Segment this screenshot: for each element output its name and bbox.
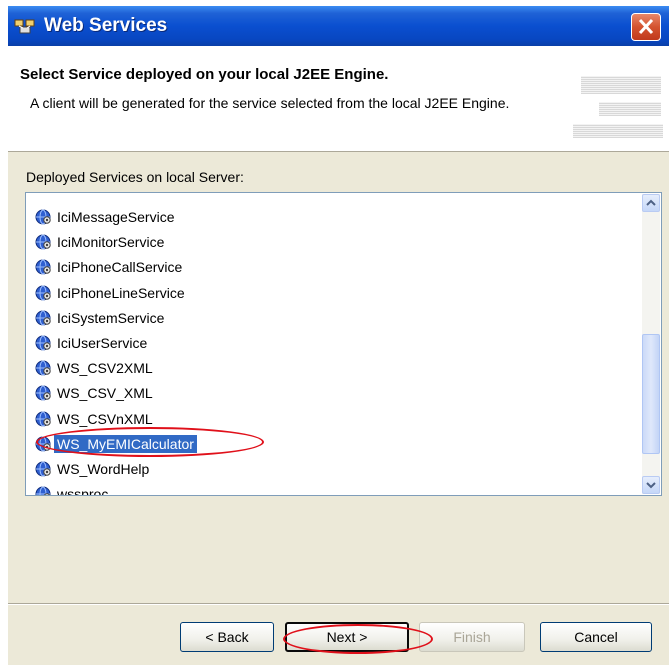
globe-service-icon <box>35 411 51 427</box>
web-services-dialog: Web Services Select Service deployed on … <box>8 6 669 665</box>
list-item-label: IciPhoneLineService <box>57 285 185 301</box>
services-list: IciMessageService IciMonitorService IciPho… <box>26 193 636 495</box>
scroll-down-button[interactable] <box>642 476 660 494</box>
globe-service-icon <box>35 310 51 326</box>
page-description: A client will be generated for the servi… <box>30 95 510 111</box>
wizard-banner-graphic <box>573 74 663 144</box>
chevron-up-icon <box>646 199 656 206</box>
list-item[interactable]: WS_CSVnXML <box>34 408 156 430</box>
list-item[interactable]: IciPhoneLineService <box>34 282 188 304</box>
globe-service-icon <box>35 234 51 250</box>
list-item[interactable]: IciSystemService <box>34 307 167 329</box>
close-button[interactable] <box>631 13 661 41</box>
footer-divider <box>8 603 669 605</box>
web-services-app-icon <box>14 19 35 34</box>
list-item[interactable]: WS_MyEMICalculator <box>34 427 264 457</box>
globe-service-icon <box>35 285 51 301</box>
wizard-header: Select Service deployed on your local J2… <box>8 46 669 152</box>
list-item[interactable]: WS_CSV_XML <box>34 382 156 404</box>
chevron-down-icon <box>646 482 656 489</box>
services-listbox[interactable]: IciMessageService IciMonitorService IciPho… <box>25 192 662 496</box>
title-bar[interactable]: Web Services <box>8 6 669 46</box>
scroll-up-button[interactable] <box>642 194 660 212</box>
list-item[interactable]: IciPhoneCallService <box>34 256 185 278</box>
globe-service-icon <box>35 436 51 452</box>
list-item-label: IciMessageService <box>57 209 175 225</box>
back-button[interactable]: < Back <box>180 622 274 652</box>
list-item-label: WS_MyEMICalculator <box>54 435 197 453</box>
globe-service-icon <box>35 259 51 275</box>
list-item-label: WS_CSV2XML <box>57 360 153 376</box>
list-item-label: IciSystemService <box>57 310 165 326</box>
globe-service-icon <box>35 461 51 477</box>
vertical-scrollbar[interactable] <box>642 194 660 494</box>
list-item[interactable]: IciMonitorService <box>34 231 167 253</box>
scroll-thumb[interactable] <box>642 334 660 454</box>
globe-service-icon <box>35 486 51 495</box>
list-item-label: IciPhoneCallService <box>57 259 183 275</box>
services-list-label: Deployed Services on local Server: <box>26 169 244 185</box>
list-item[interactable]: IciMessageService <box>34 206 178 228</box>
globe-service-icon <box>35 335 51 351</box>
list-item[interactable]: wssproc <box>34 483 111 495</box>
page-title: Select Service deployed on your local J2… <box>20 66 389 83</box>
list-item-label: IciUserService <box>57 335 148 351</box>
close-icon <box>638 18 654 35</box>
next-button[interactable]: Next > <box>285 622 409 652</box>
list-item[interactable]: IciUserService <box>34 332 150 354</box>
globe-service-icon <box>35 360 51 376</box>
cancel-button[interactable]: Cancel <box>540 622 652 652</box>
list-item[interactable]: WS_CSV2XML <box>34 357 156 379</box>
globe-service-icon <box>35 209 51 225</box>
globe-service-icon <box>35 385 51 401</box>
list-item-label: WS_CSV_XML <box>57 385 153 401</box>
list-item-label: WS_WordHelp <box>57 461 150 477</box>
list-item-label: wssproc <box>57 486 109 495</box>
list-item[interactable]: WS_WordHelp <box>34 458 152 480</box>
list-item-label: IciMonitorService <box>57 234 165 250</box>
list-item-label: WS_CSVnXML <box>57 411 153 427</box>
finish-button: Finish <box>419 622 525 652</box>
window-title: Web Services <box>44 15 168 36</box>
